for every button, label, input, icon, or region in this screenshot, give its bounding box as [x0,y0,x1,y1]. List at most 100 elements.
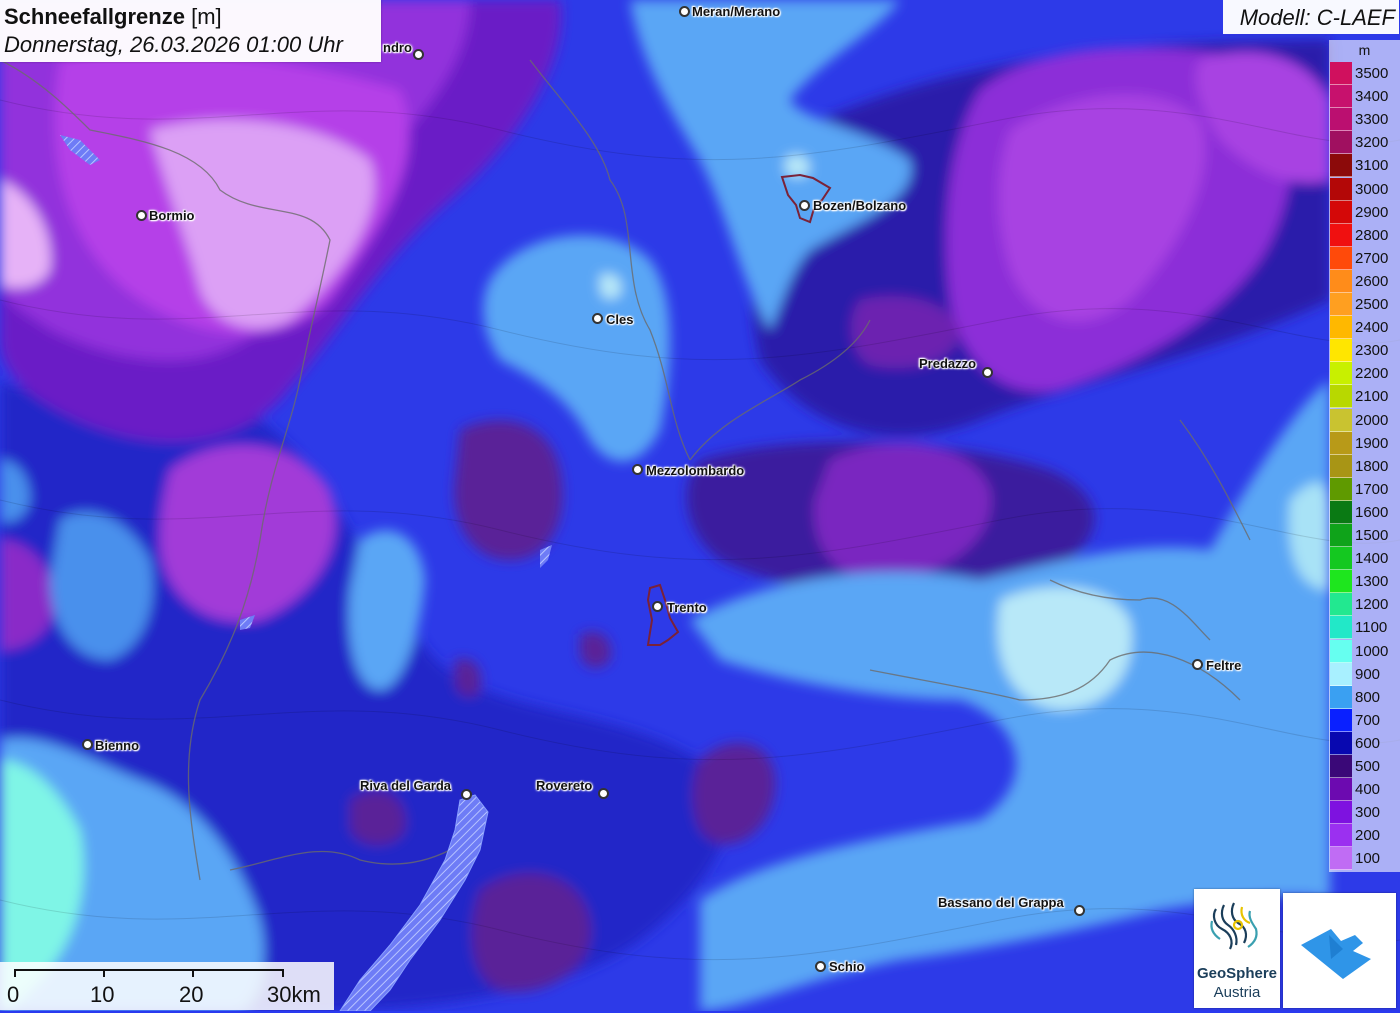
city-label: Meran/Merano [692,4,781,19]
legend-swatch [1330,85,1352,109]
legend-label: 2100 [1355,388,1389,406]
legend-row: 2100 [1329,385,1400,409]
map-subtitle: Donnerstag, 26.03.2026 01:00 Uhr [4,32,343,57]
legend-unit: m [1358,42,1371,58]
legend-swatch [1330,339,1352,363]
legend-swatch [1330,454,1352,478]
legend-row: 900 [1329,662,1400,686]
legend-row: 1500 [1329,524,1400,548]
legend-row: 1000 [1329,639,1400,663]
legend-row: 2600 [1329,269,1400,293]
scale-bar: 0 10 20 30km [0,962,334,1010]
legend-swatch [1330,477,1352,501]
scale-tick [192,969,194,977]
legend-swatch [1330,662,1352,686]
legend-swatch [1330,62,1352,86]
city-dot [82,739,93,750]
city-label: Rovereto [536,778,593,793]
legend-swatch [1330,223,1352,247]
city-label: Predazzo [919,356,977,371]
legend-swatch [1330,177,1352,201]
legend-row: 1200 [1329,593,1400,617]
geosphere-name: GeoSphere [1196,965,1278,982]
legend-label: 2900 [1355,203,1389,221]
model-label: Modell: C-LAEF [1239,5,1395,30]
legend-row: 1800 [1329,454,1400,478]
city-dot [815,961,826,972]
snowline-map [0,0,1400,1011]
legend-row: 700 [1329,708,1400,732]
scale-label: 20 [179,982,204,1007]
city-dot [1074,905,1085,916]
legend-label: 1300 [1355,573,1389,591]
legend-row: 300 [1329,801,1400,825]
scale-line [14,969,284,971]
app-logo[interactable] [1283,893,1396,1008]
scale-label: 0 [7,982,20,1007]
scale-label: 10 [90,982,115,1007]
legend-label: 1700 [1355,480,1389,498]
legend-row: 800 [1329,685,1400,709]
legend-swatch [1330,708,1352,732]
city-dot [413,49,424,60]
legend-row: 1700 [1329,477,1400,501]
legend-row: 3400 [1329,85,1400,109]
legend-swatch [1330,847,1352,871]
legend-row: 2900 [1329,200,1400,224]
city-label: Trento [667,600,707,615]
city-label: Bienno [95,738,140,753]
legend-label: 2800 [1355,226,1389,244]
legend-label: 3500 [1355,65,1389,82]
city-label: Schio [829,959,865,974]
legend-swatch [1330,131,1352,155]
city-label: Riva del Garda [360,778,452,793]
city-dot [1192,659,1203,670]
legend-label: 1600 [1355,503,1389,521]
legend-swatch [1330,778,1352,802]
legend-row: 3500 [1329,62,1400,86]
legend-row: 200 [1329,824,1400,848]
legend-label: 3400 [1355,88,1389,106]
legend-label: 700 [1355,711,1381,729]
legend-swatch [1330,269,1352,293]
legend-row: 600 [1329,731,1400,755]
legend-label: 3100 [1355,157,1389,175]
city-dot [592,313,603,324]
map-title-text: Schneefallgrenze [4,4,185,29]
legend-row: 1400 [1329,547,1400,571]
legend-label: 1200 [1355,596,1389,614]
legend-label: 300 [1355,804,1381,822]
legend-label: 900 [1355,665,1381,683]
legend-row: 500 [1329,755,1400,779]
legend-swatch [1330,524,1352,548]
city-label: Bozen/Bolzano [813,198,907,213]
legend-row: 1100 [1329,616,1400,640]
color-legend: m 3500 3400 3300 3200 3100 3000 2900 2800 2700 26… [1329,40,1400,872]
geosphere-country: Austria [1213,984,1261,1001]
scale-tick [282,969,284,977]
city-label: Feltre [1206,658,1242,673]
legend-label: 1000 [1355,642,1389,660]
legend-row: 2400 [1329,316,1400,340]
legend-label: 3000 [1355,180,1389,198]
legend-row: 2700 [1329,246,1400,270]
legend-swatch [1330,316,1352,340]
legend-row: 3300 [1329,108,1400,132]
legend-swatch [1330,293,1352,317]
city-label: Cles [606,312,634,327]
legend-swatch [1330,639,1352,663]
legend-label: 1900 [1355,434,1389,452]
legend-label: 500 [1355,758,1381,775]
city-dot [799,200,810,211]
legend-swatch [1330,731,1352,755]
legend-row: 2300 [1329,339,1400,363]
legend-swatch [1330,500,1352,524]
geosphere-logo[interactable]: GeoSphere Austria [1194,889,1280,1008]
city-dot [136,210,147,221]
map-title-box: Schneefallgrenze [m] Donnerstag, 26.03.2… [0,0,381,62]
city-dot [632,464,643,475]
legend-label: 800 [1355,688,1381,706]
legend-label: 600 [1355,734,1381,752]
city-dot [679,6,690,17]
legend-label: 3200 [1355,134,1389,152]
